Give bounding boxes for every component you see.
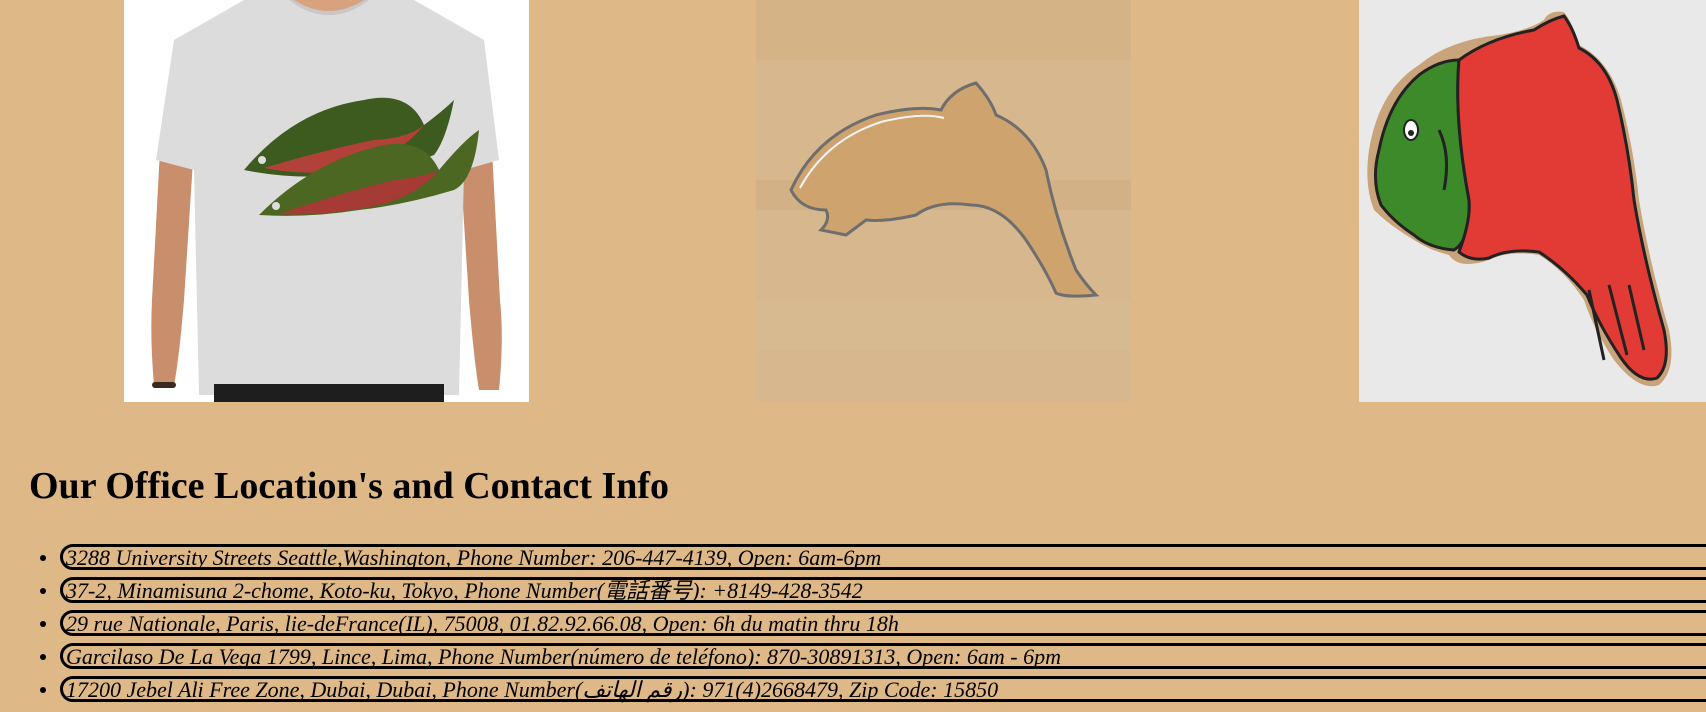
list-item: 29 rue Nationale, Paris, lie-deFrance(IL… [0, 608, 1706, 641]
office-location-dubai: 17200 Jebel Ali Free Zone, Dubai, Dubai,… [60, 676, 1706, 702]
list-item: Garcilaso De La Vega 1799, Lince, Lima, … [0, 641, 1706, 674]
bullet-icon [40, 621, 46, 627]
office-location-seattle: 3288 University Streets Seattle,Washingt… [60, 544, 1706, 570]
office-location-tokyo: 37-2, Minamisuna 2-chome, Koto-ku, Tokyo… [60, 577, 1706, 603]
office-location-paris: 29 rue Nationale, Paris, lie-deFrance(IL… [60, 610, 1706, 636]
list-item: 3288 University Streets Seattle,Washingt… [0, 542, 1706, 575]
salmon-cookie-cutter-image[interactable] [756, 0, 1131, 402]
salmon-cookie-image[interactable] [1359, 0, 1706, 402]
salmon-tshirt-image[interactable] [124, 0, 529, 402]
list-item: 17200 Jebel Ali Free Zone, Dubai, Dubai,… [0, 674, 1706, 707]
office-location-lima: Garcilaso De La Vega 1799, Lince, Lima, … [60, 643, 1706, 669]
bullet-icon [40, 588, 46, 594]
list-item: 37-2, Minamisuna 2-chome, Koto-ku, Tokyo… [0, 575, 1706, 608]
page-title: Our Office Location's and Contact Info [29, 465, 670, 507]
bullet-icon [40, 654, 46, 660]
product-gallery [0, 0, 1706, 402]
office-locations-list: 3288 University Streets Seattle,Washingt… [0, 542, 1706, 707]
bullet-icon [40, 687, 46, 693]
bullet-icon [40, 555, 46, 561]
page: Our Office Location's and Contact Info 3… [0, 0, 1706, 712]
